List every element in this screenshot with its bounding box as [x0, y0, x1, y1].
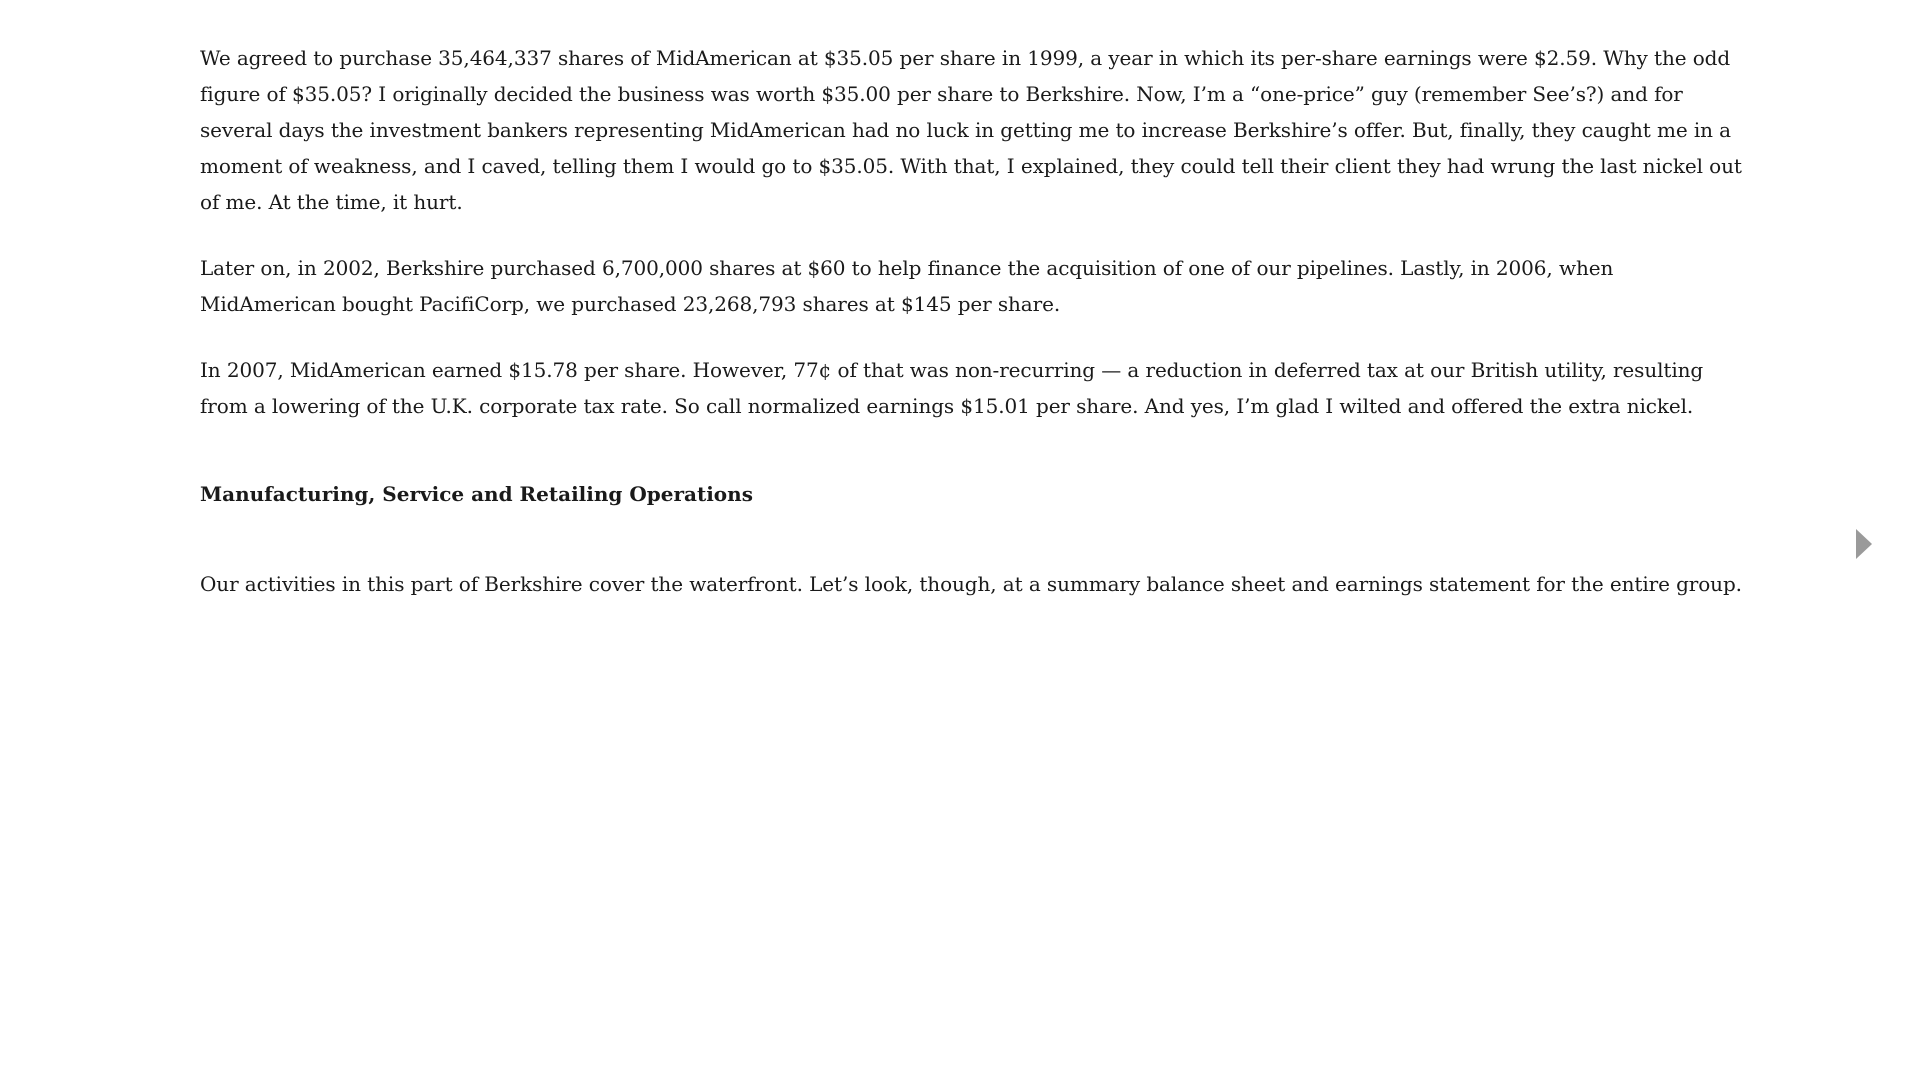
paragraph-purchase-1999: We agreed to purchase 35,464,337 shares …: [200, 46, 1742, 214]
section-heading: Manufacturing, Service and Retailing Ope…: [200, 482, 753, 506]
paragraph-earnings-2007: In 2007, MidAmerican earned $15.78 per s…: [200, 358, 1704, 418]
paragraph-section-intro: Our activities in this part of Berkshire…: [200, 572, 1742, 596]
document-page: We agreed to purchase 35,464,337 shares …: [200, 40, 1750, 632]
next-page-arrow-icon[interactable]: [1856, 529, 1872, 559]
paragraph-purchases-2002-2006: Later on, in 2002, Berkshire purchased 6…: [200, 256, 1614, 316]
